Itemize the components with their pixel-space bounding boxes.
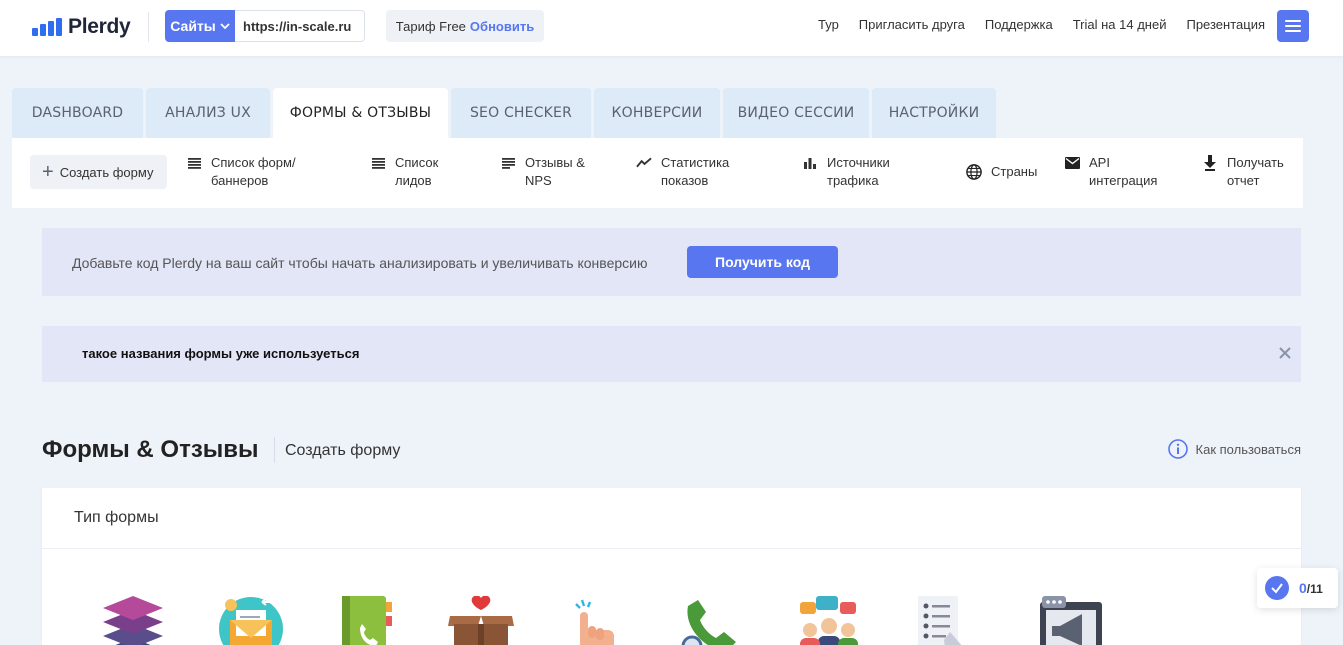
tab-video-sessions[interactable]: ВИДЕО СЕССИИ — [723, 88, 869, 138]
site-select-button[interactable]: Сайты — [165, 10, 235, 42]
download-icon — [1202, 154, 1218, 172]
site-select-label: Сайты — [170, 18, 216, 34]
subnav-traffic-sources[interactable]: Источники трафика — [802, 154, 890, 190]
checkmark-icon — [1265, 576, 1289, 600]
mail-icon — [1064, 154, 1080, 172]
subnav-label: Список лидов — [395, 155, 439, 188]
progress-done: 0 — [1299, 580, 1307, 596]
how-to-use-link[interactable]: Как пользоваться — [1167, 439, 1301, 459]
info-icon — [1167, 439, 1188, 459]
nav-tour[interactable]: Тур — [818, 17, 839, 32]
onboarding-progress-widget[interactable]: 0/11 — [1257, 568, 1338, 608]
list-icon — [370, 154, 386, 172]
phonebook-icon[interactable] — [334, 596, 400, 645]
burger-line — [1285, 30, 1301, 32]
progress-count: 0/11 — [1299, 580, 1323, 596]
subnav-countries[interactable]: Страны — [966, 163, 1037, 181]
megaphone-screen-icon[interactable] — [1038, 596, 1104, 645]
subnav-label: API интеграция — [1089, 155, 1158, 188]
subnav-label: Источники трафика — [827, 155, 890, 188]
create-form-button[interactable]: + Создать форму — [30, 155, 167, 189]
page-subtitle: Создать форму — [285, 442, 401, 459]
tab-seo-checker[interactable]: SEO CHECKER — [451, 88, 591, 138]
install-code-banner: Добавьте код Plerdy на ваш сайт чтобы на… — [42, 228, 1301, 296]
top-nav: Тур Пригласить друга Поддержка Trial на … — [818, 17, 1265, 32]
page-title: Формы & Отзывы — [42, 436, 259, 463]
logo-text: Plerdy — [68, 15, 131, 38]
globe-icon — [966, 163, 982, 181]
nav-presentation[interactable]: Презентация — [1186, 17, 1265, 32]
bar-chart-icon — [802, 154, 818, 172]
tab-dashboard[interactable]: DASHBOARD — [12, 88, 143, 138]
layers-icon[interactable] — [100, 596, 166, 645]
get-code-button[interactable]: Получить код — [687, 246, 838, 278]
subnav-forms-list[interactable]: Список форм/ баннеров — [186, 154, 296, 190]
subnav-reviews-nps[interactable]: Отзывы & NPS — [500, 154, 585, 190]
trend-icon — [636, 154, 652, 172]
top-bar: Plerdy Сайты https://in-scale.ru Тариф F… — [0, 0, 1343, 56]
tab-conversions[interactable]: КОНВЕРСИИ — [594, 88, 720, 138]
tap-finger-icon[interactable] — [562, 596, 628, 645]
card-divider — [42, 548, 1301, 549]
main-tabs: DASHBOARD АНАЛИЗ UX ФОРМЫ & ОТЗЫВЫ SEO C… — [12, 88, 996, 138]
install-code-text: Добавьте код Plerdy на ваш сайт чтобы на… — [72, 255, 648, 271]
team-chat-icon[interactable] — [796, 596, 862, 645]
tab-settings[interactable]: НАСТРОЙКИ — [872, 88, 996, 138]
checklist-icon[interactable] — [914, 596, 980, 645]
tab-forms-feedback[interactable]: ФОРМЫ & ОТЗЫВЫ — [273, 88, 448, 138]
subnav-label: Получать отчет — [1227, 155, 1284, 188]
plus-icon: + — [42, 161, 54, 183]
subnav-label: Отзывы & NPS — [525, 155, 585, 188]
burger-line — [1285, 20, 1301, 22]
create-form-label: Создать форму — [59, 164, 154, 180]
phone-search-icon[interactable] — [678, 596, 744, 645]
chevron-down-icon — [220, 23, 230, 30]
tab-ux-analysis[interactable]: АНАЛИЗ UX — [146, 88, 270, 138]
envelope-icon[interactable] — [218, 596, 284, 645]
site-url-field[interactable]: https://in-scale.ru — [235, 10, 365, 42]
upgrade-link[interactable]: Обновить — [470, 19, 534, 34]
lines-icon — [500, 154, 516, 172]
nav-invite-friend[interactable]: Пригласить друга — [859, 17, 965, 32]
subnav-label: Страны — [991, 164, 1038, 179]
menu-burger-button[interactable] — [1277, 10, 1309, 42]
header-divider — [148, 12, 149, 42]
subnav-label: Статистика показов — [661, 155, 730, 188]
sub-toolbar: + Создать форму Список форм/ баннеров Сп… — [12, 138, 1303, 208]
burger-line — [1285, 25, 1301, 27]
nav-trial[interactable]: Trial на 14 дней — [1073, 17, 1167, 32]
subnav-stats[interactable]: Статистика показов — [636, 154, 729, 190]
gift-box-icon[interactable] — [448, 596, 514, 645]
close-icon[interactable] — [1278, 346, 1292, 360]
title-divider — [274, 437, 275, 463]
tariff-label: Тариф Free — [395, 18, 466, 34]
subnav-get-report[interactable]: Получать отчет — [1202, 154, 1284, 190]
subnav-api-integration[interactable]: API интеграция — [1064, 154, 1157, 190]
error-banner: такое названия формы уже используеться — [42, 326, 1301, 382]
nav-support[interactable]: Поддержка — [985, 17, 1053, 32]
plerdy-logo[interactable]: Plerdy — [32, 14, 131, 40]
list-icon — [186, 154, 202, 172]
subnav-leads-list[interactable]: Список лидов — [370, 154, 438, 190]
tariff-badge: Тариф Free Обновить — [386, 10, 544, 42]
error-message: такое названия формы уже используеться — [82, 346, 360, 361]
how-to-use-label: Как пользоваться — [1195, 441, 1301, 457]
progress-total: /11 — [1306, 582, 1323, 596]
subnav-label: Список форм/ баннеров — [211, 155, 296, 188]
form-type-title: Тип формы — [74, 509, 159, 526]
form-type-card: Тип формы — [42, 488, 1301, 645]
logo-bars-icon — [32, 18, 62, 36]
